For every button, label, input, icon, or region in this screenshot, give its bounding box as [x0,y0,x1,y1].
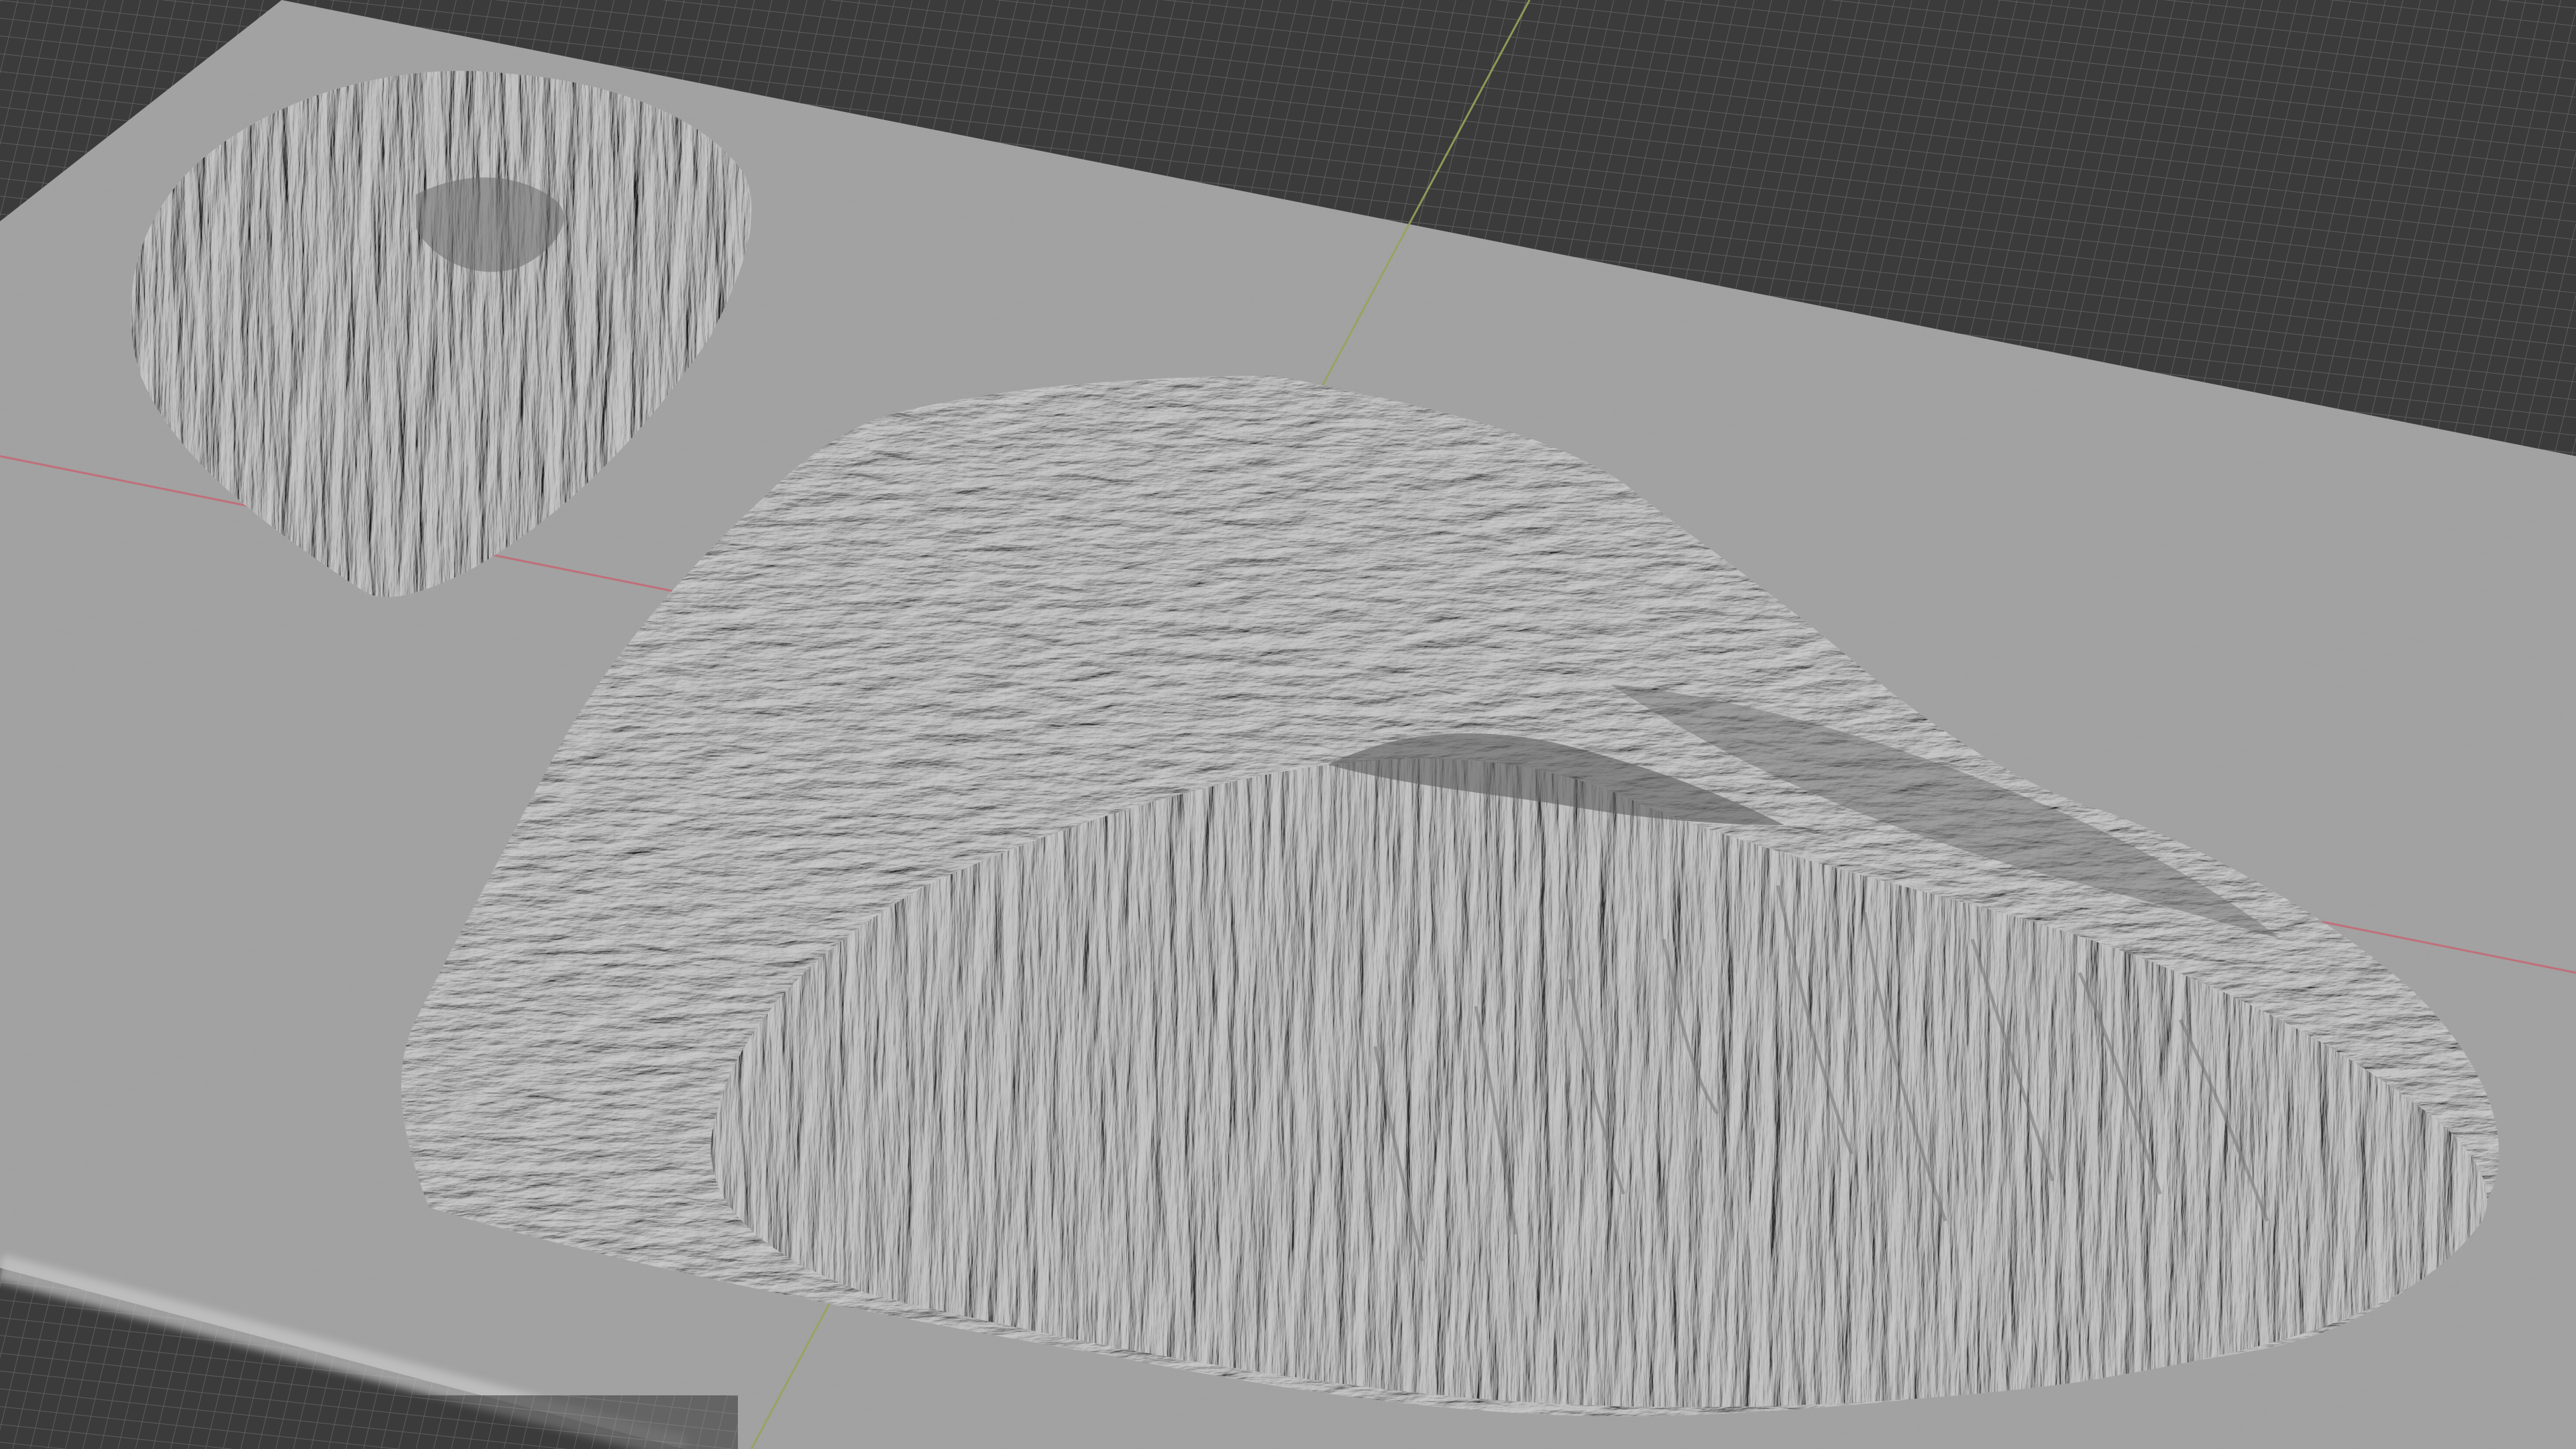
3d-viewport[interactable] [0,0,2576,1449]
grid-floor-foreground [0,1395,738,1449]
viewport-scene[interactable] [0,0,2576,1449]
